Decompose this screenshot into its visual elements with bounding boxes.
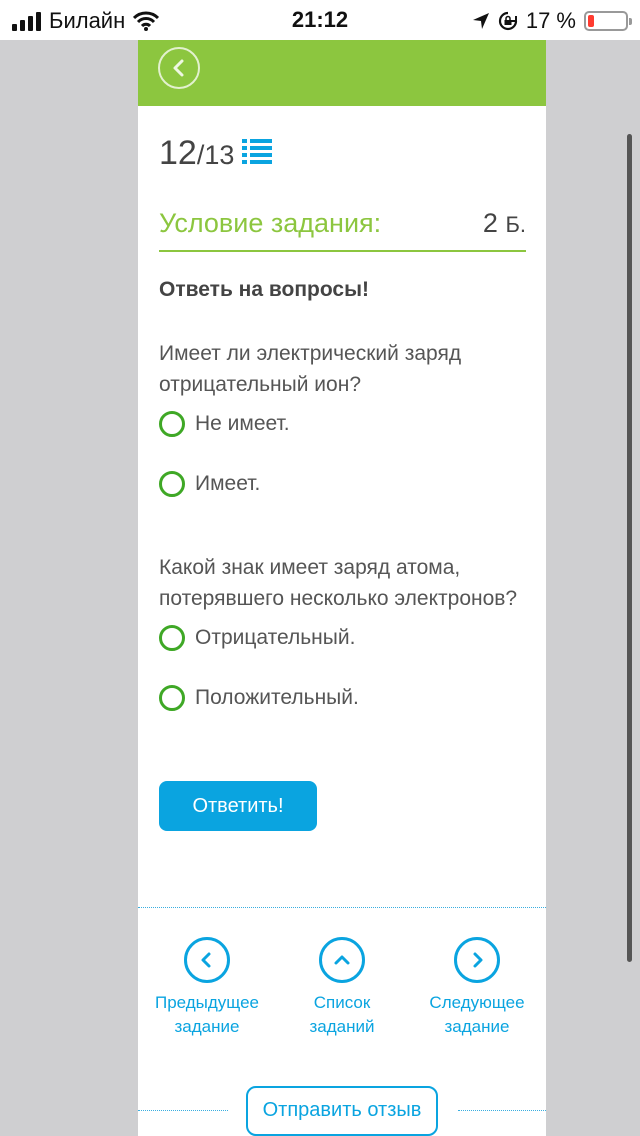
- score-value: 2: [482, 208, 498, 238]
- option-label: Положительный.: [195, 686, 359, 709]
- list-circle: [319, 937, 365, 983]
- instruction-text: Ответь на вопросы!: [159, 278, 370, 301]
- prev-label-1: Предыдущее: [154, 993, 260, 1012]
- task-list-button[interactable]: Список заданий: [282, 937, 402, 1039]
- condition-title: Условие задания:: [159, 208, 382, 238]
- battery-percent: 17 %: [525, 8, 576, 33]
- question-2-text: Какой знак имеет заряд атома, потерявшег…: [159, 556, 518, 610]
- condition-score: 2 Б.: [483, 208, 526, 239]
- radio-button[interactable]: [159, 471, 185, 497]
- question-1-text: Имеет ли электрический заряд отрицательн…: [159, 342, 462, 396]
- option-label: Не имеет.: [195, 412, 290, 435]
- header-bar: [138, 40, 546, 106]
- scrollbar[interactable]: [627, 134, 632, 962]
- divider: [138, 907, 546, 908]
- score-unit: Б.: [505, 212, 526, 237]
- task-current: 12: [159, 134, 197, 172]
- battery-icon: [584, 11, 632, 31]
- chevron-right-icon: [473, 952, 483, 968]
- prev-circle: [184, 937, 230, 983]
- task-card: 12 /13 Условие задания: 2 Б. Ответь на в…: [138, 40, 546, 1136]
- radio-button[interactable]: [159, 411, 185, 437]
- condition-header: Условие задания: 2 Б.: [159, 208, 526, 252]
- option-label: Отрицательный.: [195, 626, 356, 649]
- orientation-lock-icon: [498, 11, 517, 31]
- prev-task-button[interactable]: Предыдущее задание: [147, 937, 267, 1039]
- task-counter: 12 /13: [159, 134, 234, 173]
- feedback-divider-left: [138, 1110, 228, 1111]
- prev-label-2: задание: [174, 1017, 240, 1036]
- back-button[interactable]: [158, 47, 200, 89]
- question-2-option-1[interactable]: Отрицательный.: [159, 623, 355, 653]
- radio-button[interactable]: [159, 685, 185, 711]
- feedback-divider-right: [458, 1110, 546, 1111]
- chevron-left-icon: [201, 952, 211, 968]
- status-bar: Билайн 21:12 17 %: [0, 0, 640, 40]
- next-label-1: Следующее: [429, 993, 525, 1012]
- list-label-1: Список: [313, 993, 371, 1012]
- answer-button[interactable]: Ответить!: [159, 781, 317, 831]
- task-total: /13: [196, 140, 235, 170]
- question-2-option-2[interactable]: Положительный.: [159, 683, 359, 713]
- send-feedback-button[interactable]: Отправить отзыв: [246, 1086, 438, 1136]
- back-arrow-icon: [173, 59, 184, 77]
- location-arrow-icon: [472, 13, 489, 29]
- chevron-up-icon: [334, 955, 350, 965]
- next-label-2: задание: [444, 1017, 510, 1036]
- list-label-2: заданий: [309, 1017, 375, 1036]
- next-task-button[interactable]: Следующее задание: [417, 937, 537, 1039]
- option-label: Имеет.: [195, 472, 261, 495]
- question-1-option-1[interactable]: Не имеет.: [159, 409, 290, 439]
- task-list-icon[interactable]: [242, 139, 272, 165]
- next-circle: [454, 937, 500, 983]
- radio-button[interactable]: [159, 625, 185, 651]
- question-1-option-2[interactable]: Имеет.: [159, 469, 260, 499]
